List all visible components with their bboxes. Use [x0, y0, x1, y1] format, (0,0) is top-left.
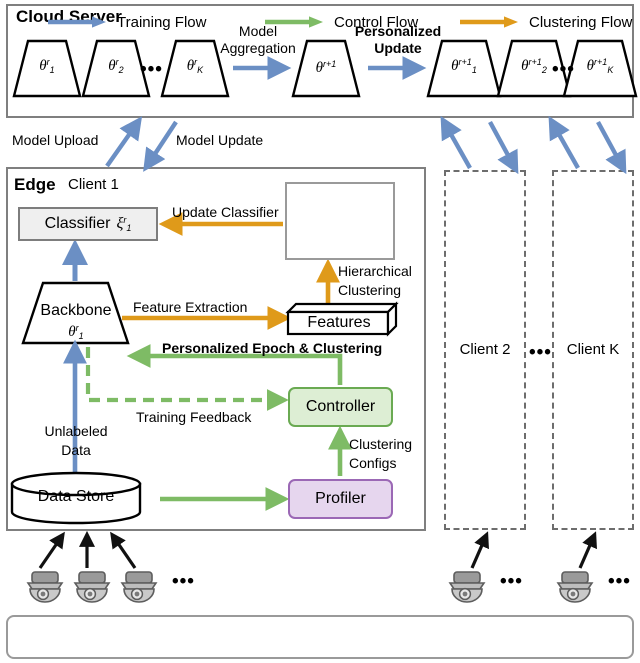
clients-ellipsis: •••	[529, 342, 552, 363]
diagram-canvas: Cloud Server θr1 θr2 θrK ••• θr+1 θr+11 …	[0, 0, 640, 663]
camera-ellipsis-client2: •••	[500, 571, 523, 592]
profiler-label: Profiler	[315, 490, 366, 507]
camera-arrow-clientk	[578, 531, 597, 569]
training-flow-arrow-icon	[48, 16, 106, 28]
client-k-label: Client K	[566, 341, 620, 358]
security-camera-icon	[120, 571, 158, 603]
cloud-models-ellipsis-right: •••	[552, 59, 575, 80]
client-2-label: Client 2	[459, 341, 511, 358]
profiler-box[interactable]: Profiler	[288, 479, 393, 519]
clientk-update-arrow	[596, 120, 627, 175]
legend-panel	[6, 615, 634, 659]
backbone-label: Backbone	[40, 302, 112, 319]
legend-label-training-flow: Training Flow	[117, 13, 207, 31]
classifier-box[interactable]: Classifier ξr1	[18, 207, 158, 241]
update-classifier-label: Update Classifier	[172, 204, 279, 220]
clientk-upload-arrow	[548, 115, 580, 170]
clustering-configs-label-2: Configs	[349, 455, 397, 471]
legend-label-clustering-flow: Clustering Flow	[529, 13, 633, 31]
feature-extraction-label: Feature Extraction	[133, 299, 248, 315]
security-camera-icon	[556, 571, 594, 603]
camera-arrows-client1	[38, 530, 137, 569]
model-upload-arrow	[105, 116, 143, 168]
cloud-aggregated-model: θr+1	[315, 59, 337, 76]
cloud-model-1: θr1	[39, 57, 55, 75]
security-camera-icon	[73, 571, 111, 603]
model-update-arrow	[143, 120, 178, 172]
clustering-flow-arrow-icon	[460, 16, 518, 28]
classifier-label: Classifier	[44, 215, 111, 232]
training-feedback-label: Training Feedback	[136, 409, 252, 425]
legend-item-training-flow: Training Flow	[48, 9, 206, 35]
security-camera-icon	[448, 571, 486, 603]
unlabeled-data-label-2: Data	[61, 442, 91, 458]
legend-label-control-flow: Control Flow	[334, 13, 419, 31]
control-flow-arrow-icon	[265, 16, 323, 28]
legend-item-control-flow: Control Flow	[265, 9, 418, 35]
cloud-updated-model-1: θr+11	[451, 57, 477, 75]
hierarchical-clustering-label-1: Hierarchical	[338, 263, 412, 279]
hierarchical-cluster-graph	[285, 182, 395, 260]
features-label: Features	[307, 314, 371, 331]
hierarchical-clustering-label-2: Clustering	[338, 282, 402, 298]
classifier-symbol: ξr1	[116, 215, 132, 233]
client2-update-arrow	[488, 120, 519, 175]
model-update-label: Model Update	[176, 132, 264, 148]
clustering-configs-label-1: Clustering	[349, 436, 413, 452]
cloud-updated-model-k: θr+1K	[586, 57, 614, 75]
camera-ellipsis-client1: •••	[172, 571, 195, 592]
legend-item-clustering-flow: Clustering Flow	[460, 9, 632, 35]
camera-arrow-client2	[470, 531, 489, 569]
personalized-epoch-label: Personalized Epoch & Clustering	[162, 340, 383, 356]
cloud-model-2: θr2	[108, 57, 124, 75]
backbone-symbol: θr1	[68, 323, 84, 341]
controller-box[interactable]: Controller	[288, 387, 393, 427]
cloud-models-ellipsis-left: •••	[140, 59, 163, 80]
security-camera-icon	[26, 571, 64, 603]
controller-label: Controller	[305, 398, 376, 415]
unlabeled-data-label-1: Unlabeled	[44, 423, 108, 439]
client2-upload-arrow	[440, 115, 472, 170]
personalized-epoch-arrow	[126, 344, 343, 385]
edge-title: Edge	[14, 175, 56, 194]
camera-ellipsis-clientk: •••	[608, 571, 631, 592]
personalized-update-label-2: Update	[374, 40, 422, 56]
model-aggregation-label-2: Aggregation	[220, 40, 296, 56]
cloud-model-k: θrK	[186, 57, 204, 75]
data-store-label: Data Store	[37, 488, 115, 505]
edge-client-label: Client 1	[68, 176, 119, 193]
model-upload-label: Model Upload	[12, 132, 99, 148]
